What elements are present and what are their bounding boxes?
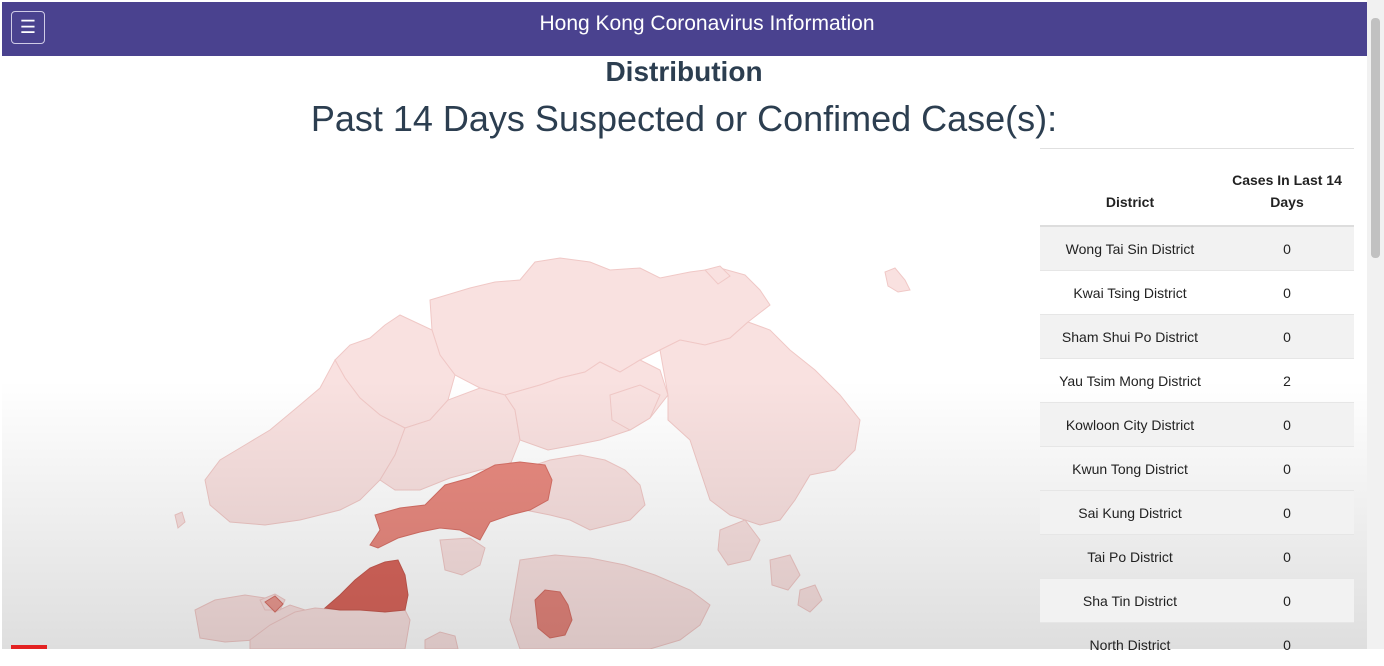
cases-cell: 0 [1220,315,1354,359]
cases-cell: 0 [1220,491,1354,535]
district-cell: Yau Tsim Mong District [1040,359,1220,403]
table-row[interactable]: Kowloon City District0 [1040,403,1354,447]
table-row[interactable]: Sham Shui Po District0 [1040,315,1354,359]
cases-cell: 0 [1220,623,1354,666]
district-cell: Sha Tin District [1040,579,1220,623]
video-progress-bar[interactable] [11,645,47,649]
table-row[interactable]: Sai Kung District0 [1040,491,1354,535]
section-heading: Distribution [0,56,1368,88]
cases-cell: 2 [1220,359,1354,403]
district-cell: Sham Shui Po District [1040,315,1220,359]
cases-cell: 0 [1220,403,1354,447]
district-cell: Sai Kung District [1040,491,1220,535]
district-cell: Kwai Tsing District [1040,271,1220,315]
district-cell: Kowloon City District [1040,403,1220,447]
column-header-cases[interactable]: Cases In Last 14 Days [1220,149,1354,226]
map-region-sai-kung[interactable] [660,322,860,525]
table-row[interactable]: North District0 [1040,623,1354,666]
cases-cell: 0 [1220,271,1354,315]
app-title: Hong Kong Coronavirus Information [2,12,1384,36]
cases-cell: 0 [1220,579,1354,623]
top-navbar: ☰ Hong Kong Coronavirus Information [2,2,1367,56]
table-row[interactable]: Tai Po District0 [1040,535,1354,579]
district-cell: North District [1040,623,1220,666]
table-row[interactable]: Kwai Tsing District0 [1040,271,1354,315]
cases-cell: 0 [1220,447,1354,491]
cases-table: District Cases In Last 14 Days Wong Tai … [1040,148,1354,666]
map-title: Past 14 Days Suspected or Confimed Case(… [0,98,1368,140]
map-region-lamma[interactable] [425,632,458,649]
district-cell: Wong Tai Sin District [1040,226,1220,271]
district-cell: Kwun Tong District [1040,447,1220,491]
scrollbar-thumb[interactable] [1371,18,1380,258]
cases-cell: 0 [1220,535,1354,579]
table-row[interactable]: Wong Tai Sin District0 [1040,226,1354,271]
table-row[interactable]: Yau Tsim Mong District2 [1040,359,1354,403]
page-scrollbar[interactable] [1367,0,1384,649]
column-header-district[interactable]: District [1040,149,1220,226]
district-map [0,150,1040,649]
cases-cell: 0 [1220,226,1354,271]
district-cell: Tai Po District [1040,535,1220,579]
map-region-highlight-2[interactable] [325,560,408,612]
table-row[interactable]: Sha Tin District0 [1040,579,1354,623]
table-row[interactable]: Kwun Tong District0 [1040,447,1354,491]
